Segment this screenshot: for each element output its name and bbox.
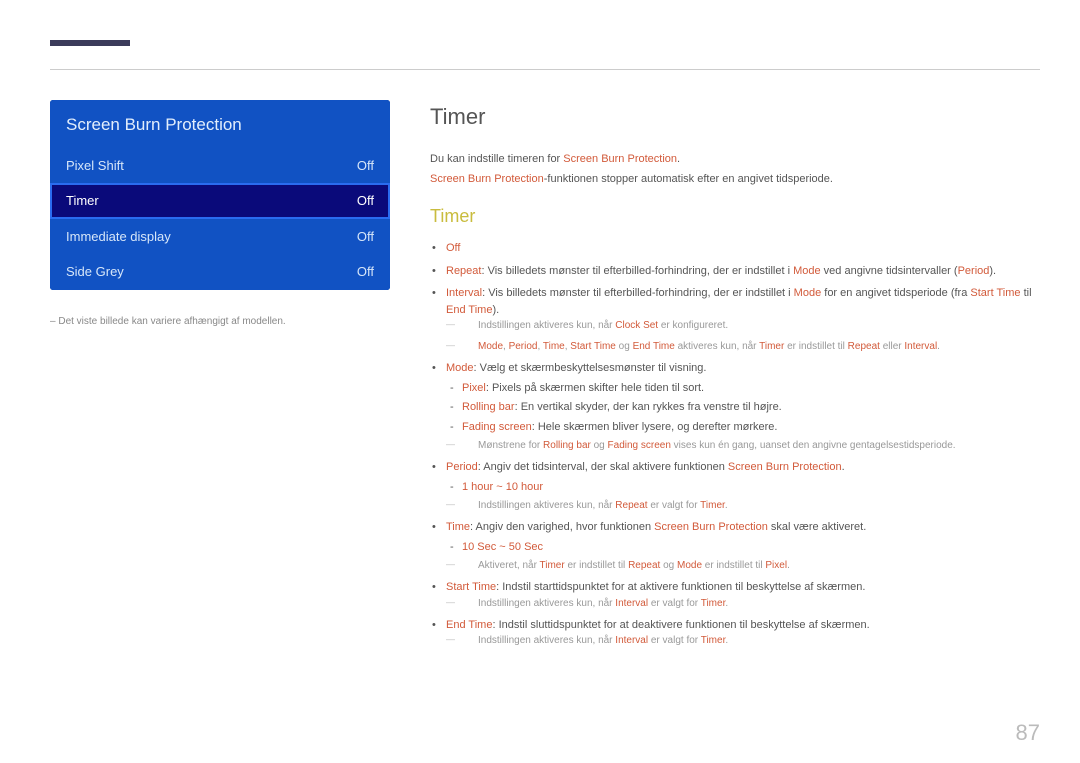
time-range: 10 Sec ~ 50 Sec — [462, 539, 1040, 556]
header-rule — [50, 69, 1040, 70]
option-off: Off — [444, 240, 1040, 257]
header-accent — [50, 40, 130, 46]
mode-fading-screen: Fading screen: Hele skærmen bliver lyser… — [462, 419, 1040, 436]
panel-row-label: Pixel Shift — [66, 156, 124, 176]
intro-line-2: Screen Burn Protection-funktionen stoppe… — [430, 171, 1040, 188]
panel-row-label: Immediate display — [66, 227, 171, 247]
option-repeat: Repeat: Vis billedets mønster til efterb… — [444, 263, 1040, 280]
option-end-time: End Time: Indstil sluttidspunktet for at… — [444, 617, 1040, 649]
option-period: Period: Angiv det tidsinterval, der skal… — [444, 459, 1040, 513]
mode-pixel: Pixel: Pixels på skærmen skifter hele ti… — [462, 380, 1040, 397]
option-interval: Interval: Vis billedets mønster til efte… — [444, 285, 1040, 354]
page-number: 87 — [1016, 716, 1040, 749]
panel-row-value: Off — [357, 156, 374, 176]
note-endtime-interval: Indstillingen aktiveres kun, når Interva… — [446, 633, 1040, 648]
panel-row-label: Side Grey — [66, 262, 124, 282]
panel-row-value: Off — [357, 191, 374, 211]
panel-row-value: Off — [357, 262, 374, 282]
timer-options-list: Off Repeat: Vis billedets mønster til ef… — [430, 240, 1040, 648]
panel-title: Screen Burn Protection — [50, 100, 390, 148]
panel-row-immediate-display[interactable]: Immediate display Off — [50, 219, 390, 255]
note-pattern-once: Mønstrene for Rolling bar og Fading scre… — [446, 438, 1040, 453]
panel-row-label: Timer — [66, 191, 99, 211]
option-mode: Mode: Vælg et skærmbeskyttelsesmønster t… — [444, 360, 1040, 453]
content-column: Timer Du kan indstille timeren for Scree… — [430, 100, 1040, 654]
note-activation: Mode, Period, Time, Start Time og End Ti… — [446, 339, 1040, 354]
intro-line-1: Du kan indstille timeren for Screen Burn… — [430, 151, 1040, 168]
panel-row-timer[interactable]: Timer Off — [50, 183, 390, 219]
subsection-heading: Timer — [430, 203, 1040, 230]
section-heading: Timer — [430, 100, 1040, 133]
note-time-active: Aktiveret, når Timer er indstillet til R… — [446, 558, 1040, 573]
note-clockset: Indstillingen aktiveres kun, når Clock S… — [446, 318, 1040, 333]
settings-panel: Screen Burn Protection Pixel ShiftOffTim… — [50, 100, 390, 290]
option-start-time: Start Time: Indstil starttidspunktet for… — [444, 579, 1040, 611]
panel-row-value: Off — [357, 227, 374, 247]
note-period-repeat: Indstillingen aktiveres kun, når Repeat … — [446, 498, 1040, 513]
option-time: Time: Angiv den varighed, hvor funktione… — [444, 519, 1040, 573]
note-starttime-interval: Indstillingen aktiveres kun, når Interva… — [446, 596, 1040, 611]
panel-row-pixel-shift[interactable]: Pixel Shift Off — [50, 148, 390, 184]
panel-footnote: – Det viste billede kan variere afhængig… — [50, 314, 390, 329]
panel-row-side-grey[interactable]: Side Grey Off — [50, 254, 390, 290]
mode-rolling-bar: Rolling bar: En vertikal skyder, der kan… — [462, 399, 1040, 416]
period-range: 1 hour ~ 10 hour — [462, 479, 1040, 496]
